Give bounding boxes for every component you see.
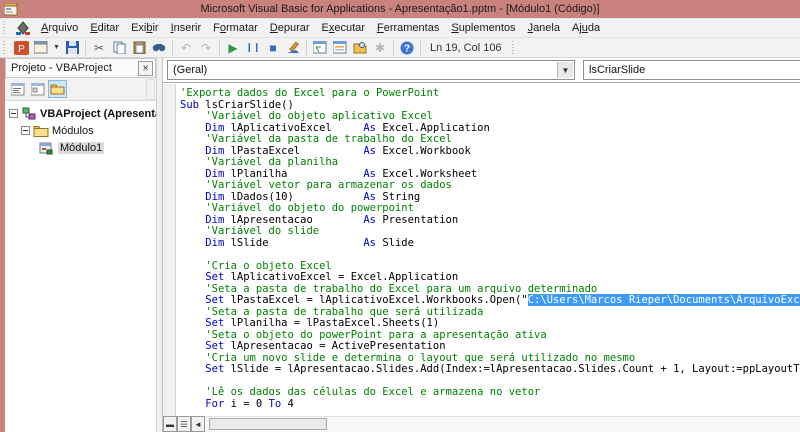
- project-scrollbar[interactable]: [146, 79, 155, 100]
- copy-button[interactable]: [110, 39, 128, 56]
- cut-button[interactable]: ✂: [90, 39, 108, 56]
- menubar-grip[interactable]: [3, 21, 8, 35]
- object-combo-value: (Geral): [173, 64, 208, 76]
- workspace: Projeto - VBAProject × VBAProject (Apres…: [0, 58, 800, 432]
- horizontal-scrollbar[interactable]: [205, 416, 800, 432]
- code-margin-bar[interactable]: [163, 84, 176, 416]
- help-button[interactable]: ?: [398, 39, 416, 56]
- paste-button[interactable]: [130, 39, 148, 56]
- code-line: For i = 0 To 4: [205, 397, 294, 410]
- menu-editar[interactable]: Editar: [84, 20, 125, 36]
- find-button[interactable]: [150, 39, 168, 56]
- menu-ferramentas[interactable]: Ferramentas: [371, 20, 445, 36]
- title-bar: Microsoft Visual Basic for Applications …: [0, 0, 800, 18]
- project-panel-title: Projeto - VBAProject: [11, 62, 112, 74]
- vbaproject-icon: [22, 107, 36, 119]
- folder-icon: [33, 125, 49, 137]
- menu-items: Arquivo Editar Exibir Inserir Formatar Depura…: [35, 20, 606, 36]
- close-icon[interactable]: ×: [138, 60, 153, 76]
- project-tree: VBAProject (Apresentação1 Módulos Módulo…: [5, 101, 156, 156]
- chevron-down-icon[interactable]: ▼: [557, 62, 573, 78]
- reset-button[interactable]: ■: [264, 39, 282, 56]
- menu-depurar[interactable]: Depurar: [264, 20, 316, 36]
- tree-item-vbaproject[interactable]: VBAProject (Apresentação1: [5, 105, 156, 122]
- toolbar-separator: [393, 40, 394, 55]
- code-window: (Geral) ▼ lsCriarSlide 'Exporta dados do…: [162, 58, 800, 432]
- project-explorer-panel: Projeto - VBAProject × VBAProject (Apres…: [5, 58, 157, 432]
- collapse-icon[interactable]: [9, 109, 18, 118]
- menu-bar: Arquivo Editar Exibir Inserir Formatar Depura…: [0, 18, 800, 38]
- project-panel-toolbar: [5, 78, 156, 101]
- menu-executar[interactable]: Executar: [316, 20, 371, 36]
- object-combo[interactable]: (Geral) ▼: [167, 60, 575, 80]
- design-mode-button[interactable]: [284, 39, 302, 56]
- object-browser-button[interactable]: [351, 39, 369, 56]
- toolbox-button[interactable]: ✱: [371, 39, 389, 56]
- full-module-view-button[interactable]: ☰: [177, 416, 191, 432]
- menu-exibir[interactable]: Exibir: [125, 20, 165, 36]
- insert-dropdown-arrow[interactable]: ▼: [52, 39, 61, 56]
- menu-janela[interactable]: Janela: [522, 20, 566, 36]
- toolbar-grip[interactable]: [3, 40, 8, 55]
- toolbar-separator: [85, 40, 86, 55]
- project-panel-header[interactable]: Projeto - VBAProject ×: [5, 58, 156, 78]
- tree-item-label: Módulo1: [58, 141, 105, 154]
- view-powerpoint-button[interactable]: P: [12, 39, 30, 56]
- toolbar-separator: [306, 40, 307, 55]
- vba-logo-icon: [16, 20, 30, 35]
- code-bottom-bar: ▬ ☰ ◄: [163, 416, 800, 432]
- tree-item-label: VBAProject (Apresentação1: [40, 107, 156, 120]
- project-explorer-button[interactable]: [311, 39, 329, 56]
- line-col-status: Ln 19, Col 106: [430, 41, 502, 54]
- collapse-icon[interactable]: [21, 126, 30, 135]
- toolbar-separator: [420, 40, 421, 55]
- properties-window-button[interactable]: [331, 39, 349, 56]
- view-object-icon[interactable]: [28, 80, 47, 98]
- menu-inserir[interactable]: Inserir: [165, 20, 208, 36]
- menu-ajuda[interactable]: Ajuda: [566, 20, 606, 36]
- main-toolbar: P ▼ ✂ ↶ ↷ ▶ ❙❙ ■ ✱ ? Ln 19, Col 106: [0, 38, 800, 58]
- menu-arquivo[interactable]: Arquivo: [35, 20, 84, 36]
- procedure-combo[interactable]: lsCriarSlide: [583, 60, 800, 80]
- menu-formatar[interactable]: Formatar: [207, 20, 264, 36]
- procedure-combo-value: lsCriarSlide: [589, 64, 646, 76]
- undo-button[interactable]: ↶: [177, 39, 195, 56]
- scroll-left-icon[interactable]: ◄: [191, 416, 205, 432]
- save-button[interactable]: [63, 39, 81, 56]
- code-combo-row: (Geral) ▼ lsCriarSlide: [163, 58, 800, 83]
- insert-userform-button[interactable]: [32, 39, 50, 56]
- toggle-folders-icon[interactable]: [48, 80, 67, 98]
- toolbar-separator: [219, 40, 220, 55]
- tree-item-label: Módulos: [52, 124, 94, 137]
- procedure-view-button[interactable]: ▬: [163, 416, 177, 432]
- menu-suplementos[interactable]: Suplementos: [445, 20, 521, 36]
- toolbar-end-grip[interactable]: [511, 40, 517, 55]
- redo-button[interactable]: ↷: [197, 39, 215, 56]
- tree-item-modulos[interactable]: Módulos: [5, 122, 156, 139]
- horizontal-scrollbar-thumb[interactable]: [209, 418, 327, 430]
- code-line: Set lSlide = lApresentacao.Slides.Add(In…: [205, 363, 800, 375]
- break-button[interactable]: ❙❙: [244, 39, 262, 56]
- window-title: Microsoft Visual Basic for Applications …: [200, 3, 600, 15]
- code-editor[interactable]: 'Exporta dados do Excel para o PowerPoin…: [177, 84, 800, 416]
- tree-item-modulo1[interactable]: Módulo1: [5, 139, 156, 156]
- code-line: Dim lSlide As Slide: [205, 236, 414, 249]
- svg-text:P: P: [18, 44, 25, 55]
- svg-text:?: ?: [404, 43, 410, 54]
- module-icon: [39, 142, 53, 154]
- toolbar-separator: [172, 40, 173, 55]
- view-code-icon[interactable]: [8, 80, 27, 98]
- run-button[interactable]: ▶: [224, 39, 242, 56]
